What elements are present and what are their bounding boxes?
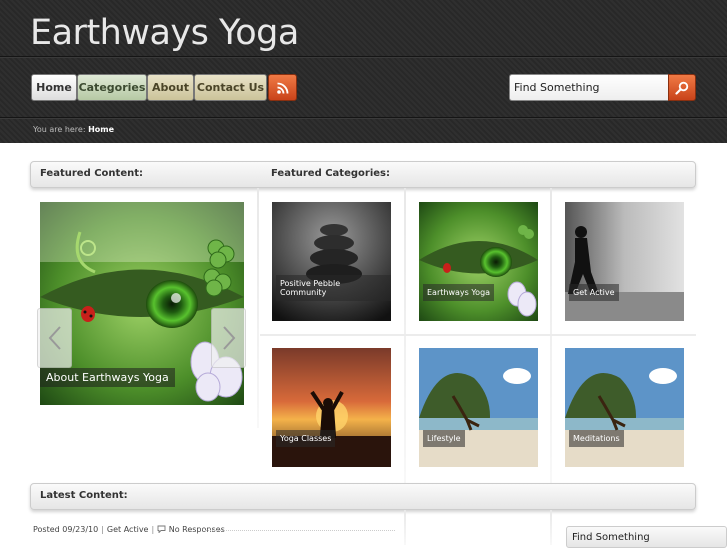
category-thumb-meditations[interactable]: Meditations <box>565 348 684 467</box>
post-meta: Posted 09/23/10 | Get Active | No Responses <box>33 525 225 534</box>
category-thumb-positive-pebble-community[interactable]: Positive Pebble Community <box>272 202 391 321</box>
category-label: Lifestyle <box>423 430 465 447</box>
category-thumb-get-active[interactable]: Get Active <box>565 202 684 321</box>
breadcrumb: You are here: Home <box>33 125 114 134</box>
category-label: Earthways Yoga <box>423 284 495 301</box>
column-divider <box>550 510 552 545</box>
search-input[interactable] <box>509 74 669 101</box>
latest-content-heading: Latest Content: <box>40 490 128 501</box>
category-label: Get Active <box>569 284 619 301</box>
row-divider <box>260 334 696 336</box>
featured-categories-heading: Featured Categories: <box>271 168 390 179</box>
featured-slide-caption[interactable]: About Earthways Yoga <box>40 368 175 387</box>
slider-prev-button[interactable] <box>37 308 72 368</box>
category-thumb-yoga-classes[interactable]: Yoga Classes <box>272 348 391 467</box>
category-thumb-earthways-yoga[interactable]: Earthways Yoga <box>419 202 538 321</box>
search-button[interactable] <box>668 74 696 101</box>
nav-contact-us[interactable]: Contact Us <box>194 74 267 101</box>
category-thumb-lifestyle[interactable]: Lifestyle <box>419 348 538 467</box>
site-title[interactable]: Earthways Yoga <box>30 13 299 53</box>
post-date: Posted 09/23/10 <box>33 525 99 534</box>
header-divider <box>0 56 727 58</box>
header: Earthways Yoga Home Categories About Con… <box>0 0 727 143</box>
category-label: Yoga Classes <box>276 430 336 447</box>
meta-divider <box>205 530 395 531</box>
rss-icon <box>276 82 288 94</box>
comment-icon <box>157 525 166 534</box>
nav-categories[interactable]: Categories <box>77 74 147 101</box>
magnifier-icon <box>675 81 689 95</box>
column-divider <box>257 188 259 428</box>
post-category-link[interactable]: Get Active <box>107 525 149 534</box>
column-divider <box>404 510 406 545</box>
category-label: Positive Pebble Community <box>276 275 391 301</box>
nav-divider <box>0 117 727 119</box>
chevron-left-icon <box>48 326 61 350</box>
breadcrumb-current[interactable]: Home <box>88 125 114 134</box>
nav-about[interactable]: About <box>147 74 194 101</box>
nav-home[interactable]: Home <box>31 74 77 101</box>
rss-button[interactable] <box>268 74 297 101</box>
featured-content-heading: Featured Content: <box>40 168 143 179</box>
breadcrumb-prefix: You are here: <box>33 125 86 134</box>
category-label: Meditations <box>569 430 624 447</box>
slider-next-button[interactable] <box>211 308 246 368</box>
latest-section-bar <box>30 483 696 510</box>
chevron-right-icon <box>222 326 235 350</box>
